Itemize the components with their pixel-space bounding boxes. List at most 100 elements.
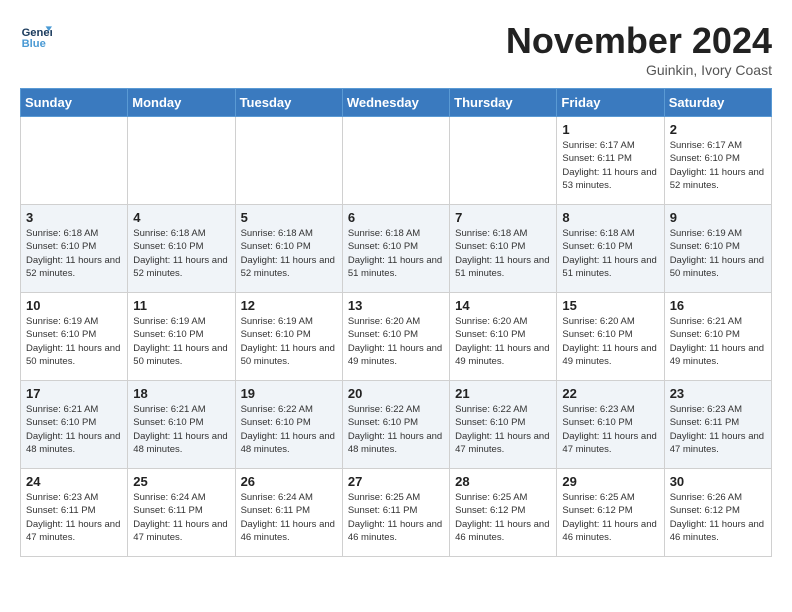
day-info: Sunrise: 6:23 AM Sunset: 6:10 PM Dayligh… <box>562 403 658 456</box>
day-info: Sunrise: 6:24 AM Sunset: 6:11 PM Dayligh… <box>241 491 337 544</box>
day-number: 21 <box>455 386 551 401</box>
calendar-cell <box>128 117 235 205</box>
calendar-header: SundayMondayTuesdayWednesdayThursdayFrid… <box>21 89 772 117</box>
day-info: Sunrise: 6:20 AM Sunset: 6:10 PM Dayligh… <box>455 315 551 368</box>
header: General Blue November 2024 Guinkin, Ivor… <box>20 20 772 78</box>
weekday-row: SundayMondayTuesdayWednesdayThursdayFrid… <box>21 89 772 117</box>
day-number: 12 <box>241 298 337 313</box>
calendar-cell: 30Sunrise: 6:26 AM Sunset: 6:12 PM Dayli… <box>664 469 771 557</box>
calendar-cell: 8 Sunrise: 6:18 AM Sunset: 6:10 PM Daylig… <box>557 205 664 293</box>
calendar-week-row: 1 Sunrise: 6:17 AM Sunset: 6:11 PM Daylig… <box>21 117 772 205</box>
day-number: 16 <box>670 298 766 313</box>
day-info: Sunrise: 6:23 AM Sunset: 6:11 PM Dayligh… <box>26 491 122 544</box>
calendar-cell <box>450 117 557 205</box>
calendar-week-row: 10 Sunrise: 6:19 AM Sunset: 6:10 PM Dayli… <box>21 293 772 381</box>
day-info: Sunrise: 6:20 AM Sunset: 6:10 PM Dayligh… <box>348 315 444 368</box>
weekday-header: Wednesday <box>342 89 449 117</box>
calendar-cell: 16 Sunrise: 6:21 AM Sunset: 6:10 PM Dayli… <box>664 293 771 381</box>
svg-text:Blue: Blue <box>22 38 46 50</box>
day-info: Sunrise: 6:26 AM Sunset: 6:12 PM Dayligh… <box>670 491 766 544</box>
day-info: Sunrise: 6:20 AM Sunset: 6:10 PM Dayligh… <box>562 315 658 368</box>
calendar-week-row: 24Sunrise: 6:23 AM Sunset: 6:11 PM Dayli… <box>21 469 772 557</box>
day-info: Sunrise: 6:25 AM Sunset: 6:12 PM Dayligh… <box>562 491 658 544</box>
weekday-header: Sunday <box>21 89 128 117</box>
day-number: 13 <box>348 298 444 313</box>
calendar-cell: 19 Sunrise: 6:22 AM Sunset: 6:10 PM Dayli… <box>235 381 342 469</box>
day-number: 27 <box>348 474 444 489</box>
title-area: November 2024 Guinkin, Ivory Coast <box>506 20 772 78</box>
day-info: Sunrise: 6:21 AM Sunset: 6:10 PM Dayligh… <box>670 315 766 368</box>
calendar-cell: 6 Sunrise: 6:18 AM Sunset: 6:10 PM Daylig… <box>342 205 449 293</box>
calendar-cell: 3 Sunrise: 6:18 AM Sunset: 6:10 PM Daylig… <box>21 205 128 293</box>
calendar-cell: 13 Sunrise: 6:20 AM Sunset: 6:10 PM Dayli… <box>342 293 449 381</box>
day-info: Sunrise: 6:22 AM Sunset: 6:10 PM Dayligh… <box>455 403 551 456</box>
calendar-cell: 17 Sunrise: 6:21 AM Sunset: 6:10 PM Dayli… <box>21 381 128 469</box>
day-info: Sunrise: 6:21 AM Sunset: 6:10 PM Dayligh… <box>26 403 122 456</box>
day-number: 8 <box>562 210 658 225</box>
weekday-header: Monday <box>128 89 235 117</box>
calendar-cell: 4 Sunrise: 6:18 AM Sunset: 6:10 PM Daylig… <box>128 205 235 293</box>
day-number: 18 <box>133 386 229 401</box>
day-info: Sunrise: 6:22 AM Sunset: 6:10 PM Dayligh… <box>348 403 444 456</box>
calendar-cell: 22Sunrise: 6:23 AM Sunset: 6:10 PM Dayli… <box>557 381 664 469</box>
day-info: Sunrise: 6:17 AM Sunset: 6:11 PM Dayligh… <box>562 139 658 192</box>
day-number: 17 <box>26 386 122 401</box>
weekday-header: Friday <box>557 89 664 117</box>
day-info: Sunrise: 6:22 AM Sunset: 6:10 PM Dayligh… <box>241 403 337 456</box>
calendar-cell: 1 Sunrise: 6:17 AM Sunset: 6:11 PM Daylig… <box>557 117 664 205</box>
calendar-cell: 15Sunrise: 6:20 AM Sunset: 6:10 PM Dayli… <box>557 293 664 381</box>
calendar-cell: 20 Sunrise: 6:22 AM Sunset: 6:10 PM Dayli… <box>342 381 449 469</box>
weekday-header: Thursday <box>450 89 557 117</box>
calendar-cell: 28Sunrise: 6:25 AM Sunset: 6:12 PM Dayli… <box>450 469 557 557</box>
day-number: 25 <box>133 474 229 489</box>
day-number: 9 <box>670 210 766 225</box>
calendar-cell: 14 Sunrise: 6:20 AM Sunset: 6:10 PM Dayli… <box>450 293 557 381</box>
calendar-cell: 27 Sunrise: 6:25 AM Sunset: 6:11 PM Dayli… <box>342 469 449 557</box>
calendar-cell: 18 Sunrise: 6:21 AM Sunset: 6:10 PM Dayli… <box>128 381 235 469</box>
day-number: 14 <box>455 298 551 313</box>
calendar-cell: 26 Sunrise: 6:24 AM Sunset: 6:11 PM Dayli… <box>235 469 342 557</box>
day-info: Sunrise: 6:19 AM Sunset: 6:10 PM Dayligh… <box>133 315 229 368</box>
location: Guinkin, Ivory Coast <box>506 62 772 78</box>
day-number: 10 <box>26 298 122 313</box>
day-number: 1 <box>562 122 658 137</box>
day-info: Sunrise: 6:18 AM Sunset: 6:10 PM Dayligh… <box>348 227 444 280</box>
calendar-cell: 21 Sunrise: 6:22 AM Sunset: 6:10 PM Dayli… <box>450 381 557 469</box>
calendar-cell <box>235 117 342 205</box>
calendar-cell <box>342 117 449 205</box>
day-info: Sunrise: 6:18 AM Sunset: 6:10 PM Dayligh… <box>26 227 122 280</box>
day-info: Sunrise: 6:18 AM Sunset: 6:10 PM Dayligh… <box>133 227 229 280</box>
day-number: 4 <box>133 210 229 225</box>
calendar-cell: 25Sunrise: 6:24 AM Sunset: 6:11 PM Dayli… <box>128 469 235 557</box>
calendar-cell: 7Sunrise: 6:18 AM Sunset: 6:10 PM Daylig… <box>450 205 557 293</box>
day-number: 23 <box>670 386 766 401</box>
calendar-cell: 2Sunrise: 6:17 AM Sunset: 6:10 PM Daylig… <box>664 117 771 205</box>
weekday-header: Saturday <box>664 89 771 117</box>
month-title: November 2024 <box>506 20 772 62</box>
day-info: Sunrise: 6:19 AM Sunset: 6:10 PM Dayligh… <box>26 315 122 368</box>
day-info: Sunrise: 6:18 AM Sunset: 6:10 PM Dayligh… <box>455 227 551 280</box>
day-number: 26 <box>241 474 337 489</box>
day-info: Sunrise: 6:25 AM Sunset: 6:11 PM Dayligh… <box>348 491 444 544</box>
day-number: 28 <box>455 474 551 489</box>
day-info: Sunrise: 6:18 AM Sunset: 6:10 PM Dayligh… <box>562 227 658 280</box>
day-number: 6 <box>348 210 444 225</box>
day-number: 20 <box>348 386 444 401</box>
day-info: Sunrise: 6:21 AM Sunset: 6:10 PM Dayligh… <box>133 403 229 456</box>
calendar-cell <box>21 117 128 205</box>
day-number: 11 <box>133 298 229 313</box>
day-info: Sunrise: 6:17 AM Sunset: 6:10 PM Dayligh… <box>670 139 766 192</box>
logo: General Blue <box>20 20 52 52</box>
calendar-cell: 24Sunrise: 6:23 AM Sunset: 6:11 PM Dayli… <box>21 469 128 557</box>
day-info: Sunrise: 6:18 AM Sunset: 6:10 PM Dayligh… <box>241 227 337 280</box>
day-number: 3 <box>26 210 122 225</box>
logo-icon: General Blue <box>20 20 52 52</box>
calendar-body: 1 Sunrise: 6:17 AM Sunset: 6:11 PM Daylig… <box>21 117 772 557</box>
calendar-week-row: 17 Sunrise: 6:21 AM Sunset: 6:10 PM Dayli… <box>21 381 772 469</box>
calendar-cell: 11 Sunrise: 6:19 AM Sunset: 6:10 PM Dayli… <box>128 293 235 381</box>
day-number: 19 <box>241 386 337 401</box>
calendar-cell: 10 Sunrise: 6:19 AM Sunset: 6:10 PM Dayli… <box>21 293 128 381</box>
day-number: 29 <box>562 474 658 489</box>
day-info: Sunrise: 6:19 AM Sunset: 6:10 PM Dayligh… <box>241 315 337 368</box>
day-info: Sunrise: 6:19 AM Sunset: 6:10 PM Dayligh… <box>670 227 766 280</box>
